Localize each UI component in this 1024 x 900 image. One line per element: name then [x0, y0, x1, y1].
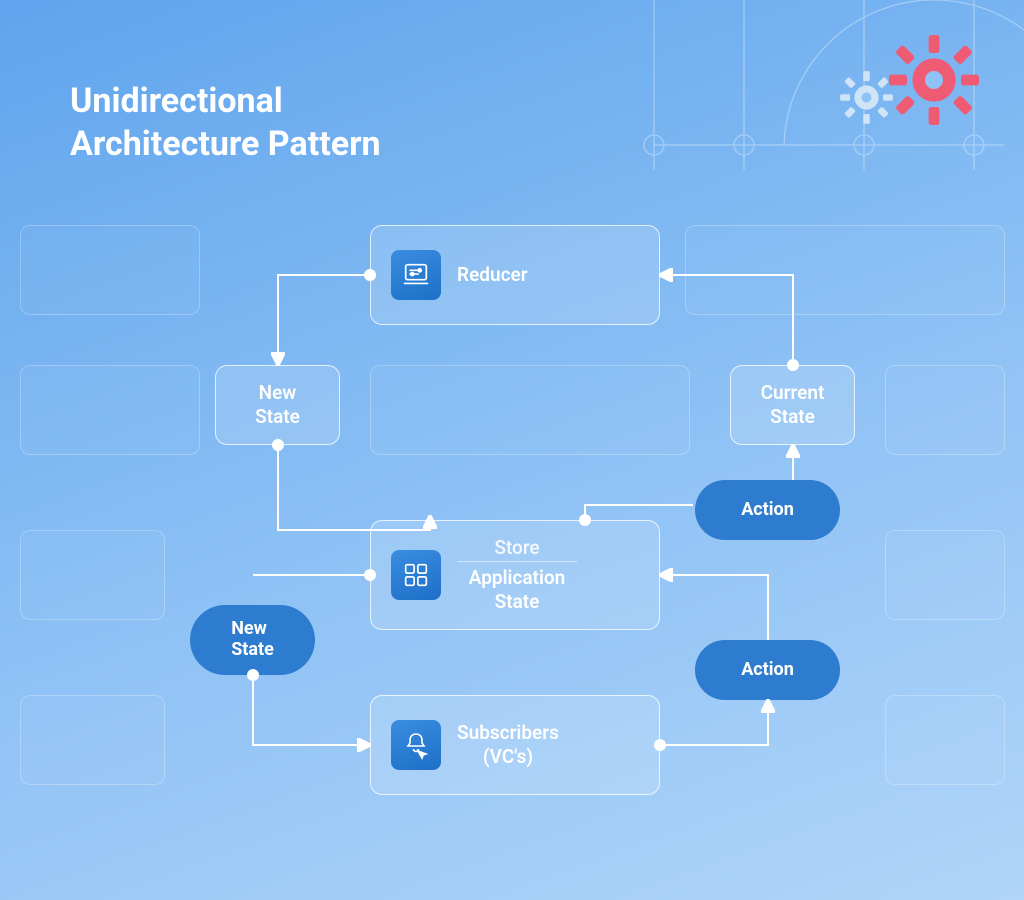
- connectors: [0, 0, 1024, 900]
